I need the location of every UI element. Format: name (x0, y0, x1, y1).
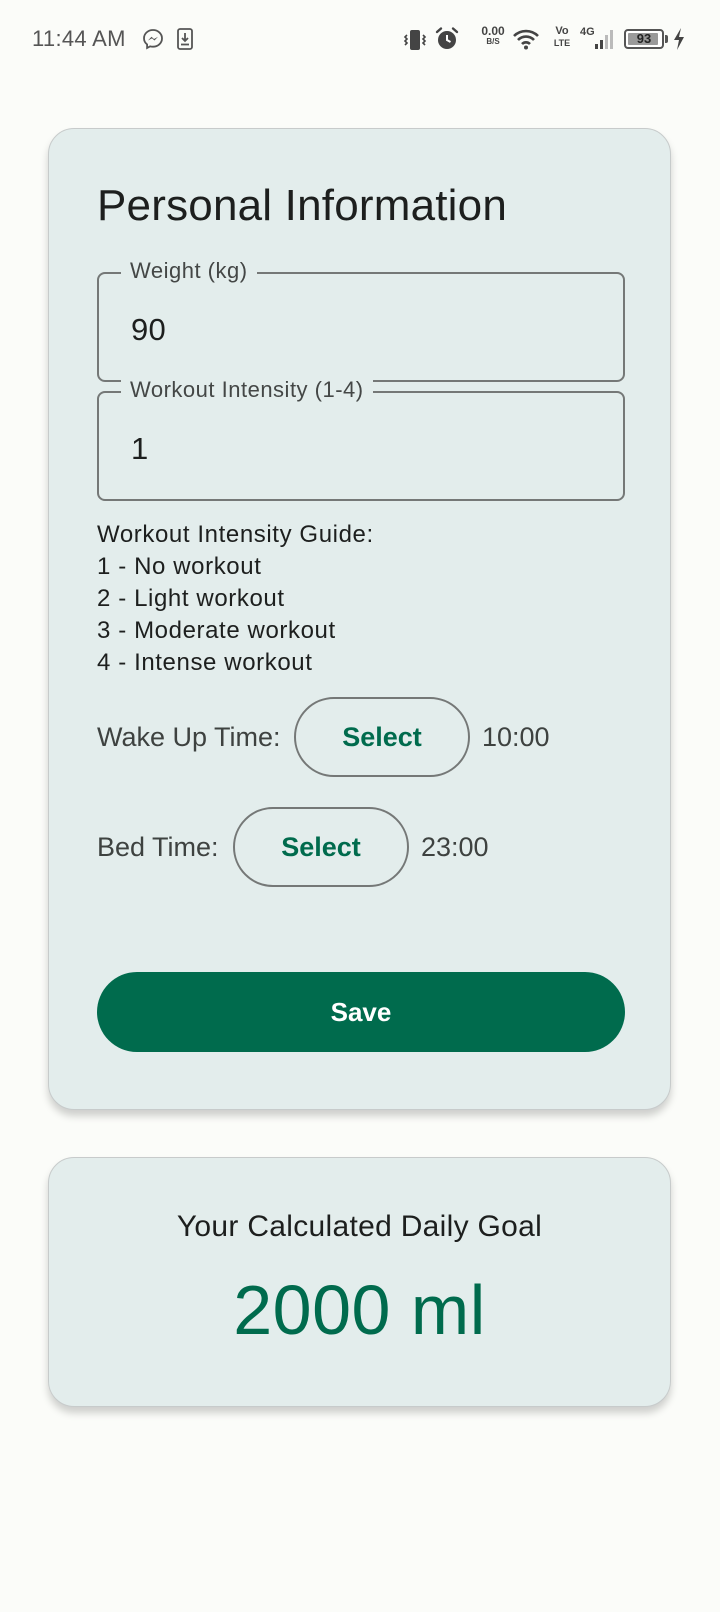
battery-nub (665, 35, 668, 43)
intensity-guide-item: 3 - Moderate workout (97, 617, 336, 644)
signal-icon (595, 30, 613, 49)
daily-goal-card: Your Calculated Daily Goal 2000 ml (48, 1157, 671, 1407)
wake-up-select-button[interactable]: Select (294, 697, 470, 777)
vibrate-icon (403, 30, 427, 50)
bed-time-select-button[interactable]: Select (233, 807, 409, 887)
download-icon (177, 28, 193, 50)
intensity-guide-heading: Workout Intensity Guide: (97, 521, 374, 548)
battery-icon: 93 (624, 29, 664, 49)
wifi-icon (513, 29, 539, 50)
charging-icon (674, 28, 684, 50)
wake-up-time-label: Wake Up Time: (97, 722, 281, 752)
network-speed: 0.00 B/S (478, 25, 508, 46)
battery-level: 93 (636, 31, 652, 46)
volte-bottom: LTE (553, 38, 571, 48)
save-button[interactable]: Save (97, 972, 625, 1052)
weight-field[interactable]: Weight (kg) 90 (97, 258, 625, 382)
network-speed-value: 0.00 (481, 24, 505, 38)
intensity-guide-item: 1 - No workout (97, 553, 262, 580)
status-bar: 11:44 AM 0.00 B/S Vo LTE 4G 93 (0, 0, 720, 80)
personal-info-title: Personal Information (97, 181, 507, 230)
alarm-icon (435, 27, 459, 49)
daily-goal-value: 2000 ml (233, 1271, 486, 1349)
network-speed-unit: B/S (486, 37, 500, 46)
wake-up-time-value: 10:00 (482, 722, 550, 752)
messenger-icon (143, 29, 163, 50)
intensity-field-label: Workout Intensity (1-4) (121, 377, 373, 403)
bed-time-label: Bed Time: (97, 832, 219, 862)
personal-info-card: Personal Information Weight (kg) 90 Work… (48, 128, 671, 1110)
status-time: 11:44 AM (32, 26, 126, 51)
volte-top: Vo (555, 25, 569, 37)
intensity-guide-item: 4 - Intense workout (97, 649, 313, 676)
intensity-field[interactable]: Workout Intensity (1-4) 1 (97, 377, 625, 501)
daily-goal-title: Your Calculated Daily Goal (176, 1210, 543, 1243)
intensity-field-value[interactable]: 1 (131, 431, 149, 467)
bed-time-value: 23:00 (421, 832, 489, 862)
intensity-guide: Workout Intensity Guide: 1 - No workout … (97, 519, 374, 679)
volte-indicator: Vo LTE (550, 26, 574, 48)
weight-field-value[interactable]: 90 (131, 312, 166, 348)
intensity-guide-item: 2 - Light workout (97, 585, 285, 612)
weight-field-label: Weight (kg) (121, 258, 257, 284)
